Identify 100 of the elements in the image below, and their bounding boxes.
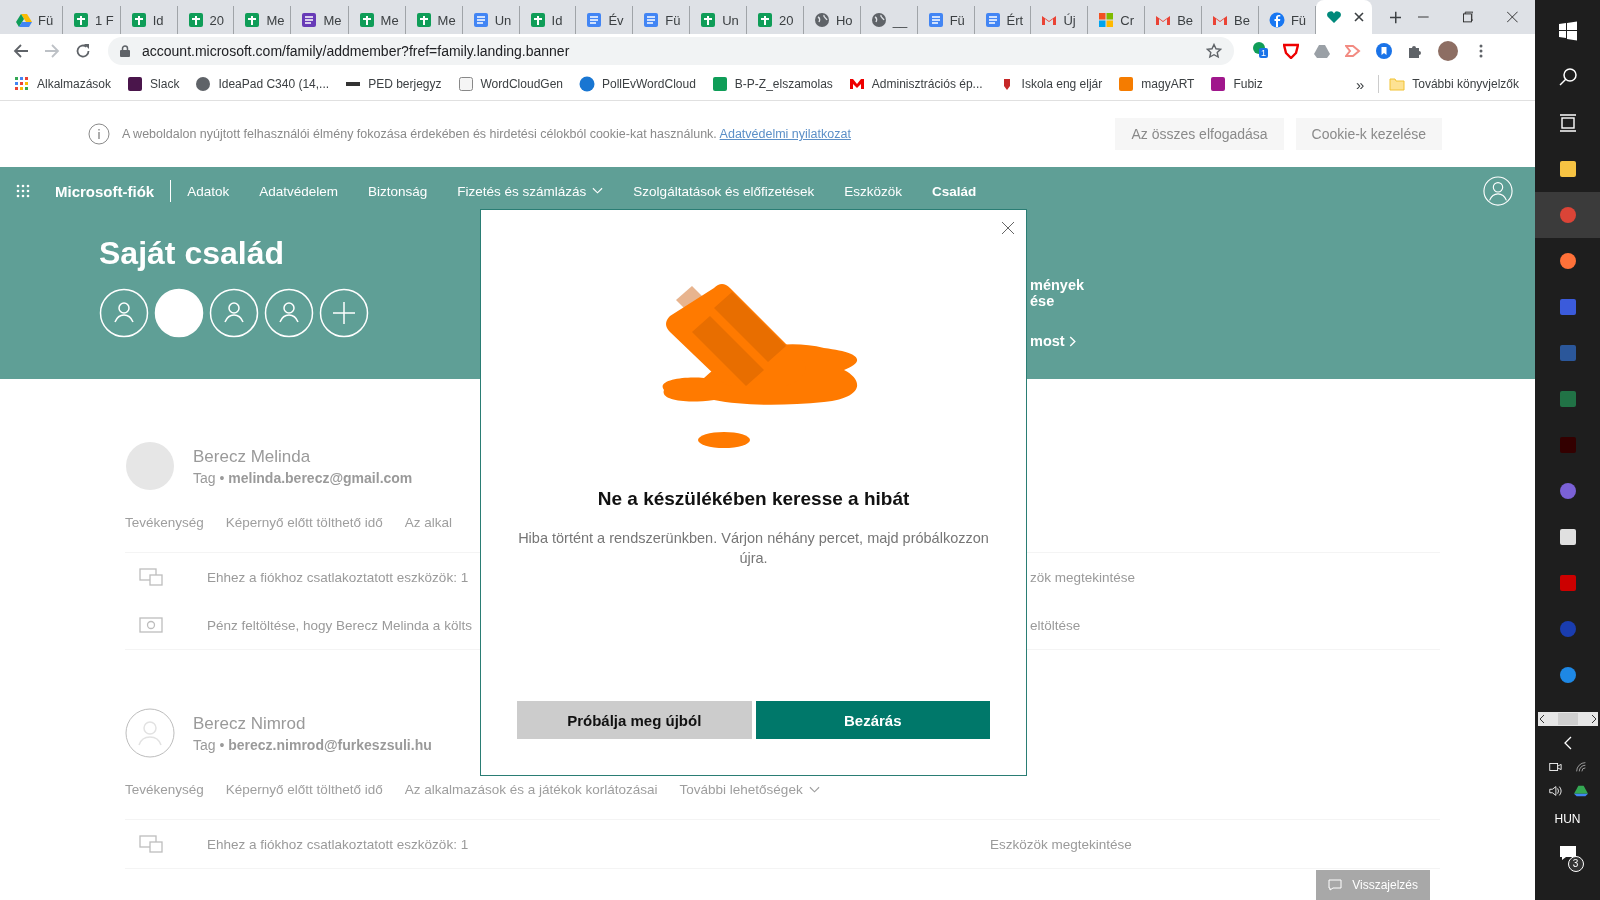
scroll-left-icon[interactable] bbox=[1537, 714, 1546, 724]
globe-icon bbox=[813, 12, 830, 28]
scroll-right-icon[interactable] bbox=[1589, 714, 1598, 724]
address-bar[interactable]: account.microsoft.com/family/addmember?fref=family.landing.banner bbox=[108, 37, 1234, 65]
chevron-down-icon bbox=[808, 785, 820, 794]
devices-icon bbox=[139, 567, 163, 587]
member-avatar-icon[interactable] bbox=[99, 288, 149, 338]
wifi-icon[interactable] bbox=[1573, 760, 1588, 774]
app-launcher-icon[interactable] bbox=[16, 184, 30, 198]
back-icon[interactable] bbox=[13, 43, 29, 59]
globe-icon bbox=[870, 12, 887, 28]
tab-title: Un bbox=[494, 12, 512, 28]
tab-title: Fü bbox=[665, 12, 681, 28]
tab-title: Me bbox=[323, 12, 342, 28]
app-icon bbox=[1557, 159, 1578, 179]
favicon-icon bbox=[711, 76, 728, 92]
favicon-icon bbox=[643, 12, 660, 28]
bookmark-item[interactable]: PollEvWordCloud bbox=[579, 76, 696, 92]
scrollbar[interactable] bbox=[1537, 712, 1598, 726]
bookmark-item[interactable]: magyART bbox=[1118, 76, 1195, 92]
favicon-icon bbox=[579, 76, 595, 92]
bookmark-item[interactable]: Adminisztrációs ép... bbox=[848, 76, 983, 92]
favicon-icon bbox=[301, 12, 318, 28]
bookmark-item[interactable]: B-P-Z_elszamolas bbox=[711, 76, 833, 92]
bookmark-item[interactable]: Fubiz bbox=[1210, 76, 1263, 92]
retry-button[interactable]: Próbálja meg újból bbox=[517, 701, 752, 739]
search-icon[interactable] bbox=[1557, 67, 1578, 87]
close-button[interactable]: Bezárás bbox=[755, 701, 990, 739]
tab-title: __ bbox=[892, 12, 908, 28]
close-icon[interactable] bbox=[1353, 12, 1364, 22]
member-avatar-icon[interactable] bbox=[264, 288, 314, 338]
profile-avatar-icon[interactable] bbox=[1438, 41, 1458, 61]
lock-icon bbox=[120, 45, 130, 57]
tab-title: 20 bbox=[209, 12, 224, 28]
new-tab-icon[interactable] bbox=[1389, 10, 1402, 24]
app-icon bbox=[1557, 343, 1578, 363]
bookmark-item[interactable]: Alkalmazások bbox=[14, 76, 112, 92]
puzzle-icon[interactable] bbox=[1407, 43, 1423, 59]
favicon-icon bbox=[1118, 76, 1135, 92]
promo-text: mények bbox=[1030, 277, 1085, 293]
member-avatar-icon[interactable] bbox=[154, 288, 204, 338]
favicon-icon bbox=[927, 12, 944, 28]
language-indicator[interactable]: HUN bbox=[1554, 812, 1581, 826]
chevron-right-icon bbox=[1068, 335, 1077, 347]
restore-icon[interactable] bbox=[1462, 11, 1474, 23]
task-view-icon[interactable] bbox=[1557, 113, 1578, 133]
bookmark-item[interactable]: PED berjegyz bbox=[345, 76, 442, 92]
app-icon bbox=[1557, 251, 1578, 271]
favicon-icon bbox=[127, 76, 144, 92]
privacy-link[interactable]: Adatvédelmi nyilatkozat bbox=[719, 127, 851, 141]
chat-icon bbox=[1328, 879, 1343, 891]
volume-icon[interactable] bbox=[1547, 784, 1562, 798]
app-icon bbox=[1557, 619, 1578, 639]
close-icon[interactable] bbox=[1002, 222, 1014, 234]
member-avatar-icon[interactable] bbox=[209, 288, 259, 338]
favicon-icon bbox=[187, 12, 204, 28]
favicon-icon bbox=[700, 12, 717, 28]
windows-start-icon[interactable] bbox=[1557, 21, 1578, 41]
money-icon bbox=[139, 615, 163, 635]
bookmark-item[interactable]: Slack bbox=[127, 76, 180, 92]
tab-title: Év bbox=[608, 12, 624, 28]
bookmark-star-icon[interactable] bbox=[1206, 43, 1222, 59]
browser-tab[interactable] bbox=[1315, 0, 1372, 34]
tab-title: Fü bbox=[1290, 12, 1307, 28]
app-icon bbox=[1557, 527, 1578, 547]
globe-icon bbox=[195, 76, 212, 92]
favicon-icon bbox=[1210, 76, 1227, 92]
favicon-icon bbox=[472, 12, 489, 28]
cookie-notice: A weboldalon nyújtott felhasználói élmény fokozása érdekében és hirdetési célokból cookie-kat használunk. Adatvédelmi nyilatkozat bbox=[122, 127, 851, 141]
favicon-icon bbox=[984, 12, 1001, 28]
shield-icon[interactable] bbox=[1283, 43, 1299, 59]
tab-title: Fü bbox=[949, 12, 965, 28]
bookmark-icon[interactable] bbox=[1376, 43, 1392, 59]
tab-title: Be bbox=[1177, 12, 1194, 28]
favicon-icon bbox=[848, 76, 865, 92]
member-name: Berecz Nimrod bbox=[193, 713, 307, 734]
extension-badge: 1 bbox=[1259, 48, 1268, 58]
app-icon bbox=[1557, 297, 1578, 317]
page-title: Saját család bbox=[99, 235, 285, 272]
more-bookmarks-button[interactable]: » bbox=[1355, 75, 1365, 93]
bookmark-item[interactable]: Iskola eng eljár bbox=[998, 76, 1103, 92]
tab-title: Ért bbox=[1006, 12, 1024, 28]
account-avatar-icon[interactable] bbox=[1483, 176, 1513, 206]
chevron-down-icon bbox=[592, 187, 604, 195]
tab-title: Me bbox=[380, 12, 399, 28]
app-icon bbox=[1557, 389, 1578, 409]
member-avatar-icon bbox=[125, 441, 175, 491]
favicon-icon bbox=[1325, 9, 1342, 25]
add-member-icon[interactable] bbox=[319, 288, 369, 338]
bookmark-folder[interactable]: További könyvjelzők bbox=[1389, 76, 1519, 92]
apps-grid-icon bbox=[14, 76, 30, 92]
device-info-text: Ehhez a fiókhoz csatlakoztatott eszközök: 1 bbox=[207, 836, 469, 852]
meet-now-icon[interactable] bbox=[1547, 760, 1562, 774]
info-icon bbox=[88, 123, 110, 145]
bookmark-item[interactable]: WordCloudGen bbox=[457, 76, 563, 92]
tab-title: Id bbox=[551, 12, 563, 28]
bookmark-item[interactable]: IdeaPad C340 (14,... bbox=[195, 76, 330, 92]
devices-icon bbox=[139, 834, 163, 854]
tab-title: Me bbox=[437, 12, 456, 28]
reload-icon[interactable] bbox=[75, 43, 91, 59]
